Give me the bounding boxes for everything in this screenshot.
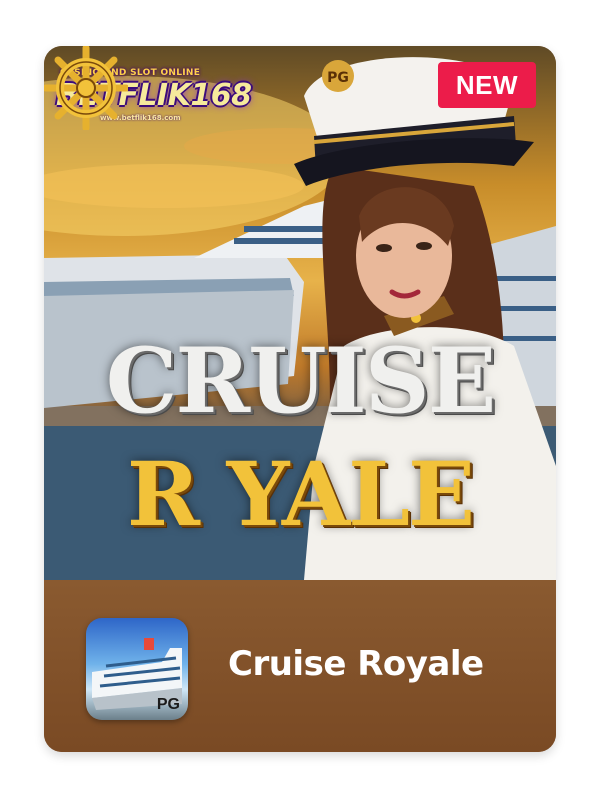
ship-wheel-icon <box>44 46 128 130</box>
new-badge: NEW <box>438 62 536 108</box>
provider-label: PG <box>156 696 180 713</box>
game-hero-image[interactable]: PG CASINO AND SLOT ONLINE BETFLIK168 www… <box>44 46 556 580</box>
title-art-line2: R YALE <box>126 442 475 546</box>
svg-text:PG: PG <box>327 70 349 86</box>
game-thumbnail[interactable]: PG <box>86 618 188 720</box>
game-title[interactable]: Cruise Royale <box>228 644 484 684</box>
game-card[interactable]: PG CASINO AND SLOT ONLINE BETFLIK168 www… <box>44 46 556 752</box>
title-art-line1: CRUISE <box>105 328 497 434</box>
game-info-bar: PG Cruise Royale <box>44 580 556 752</box>
